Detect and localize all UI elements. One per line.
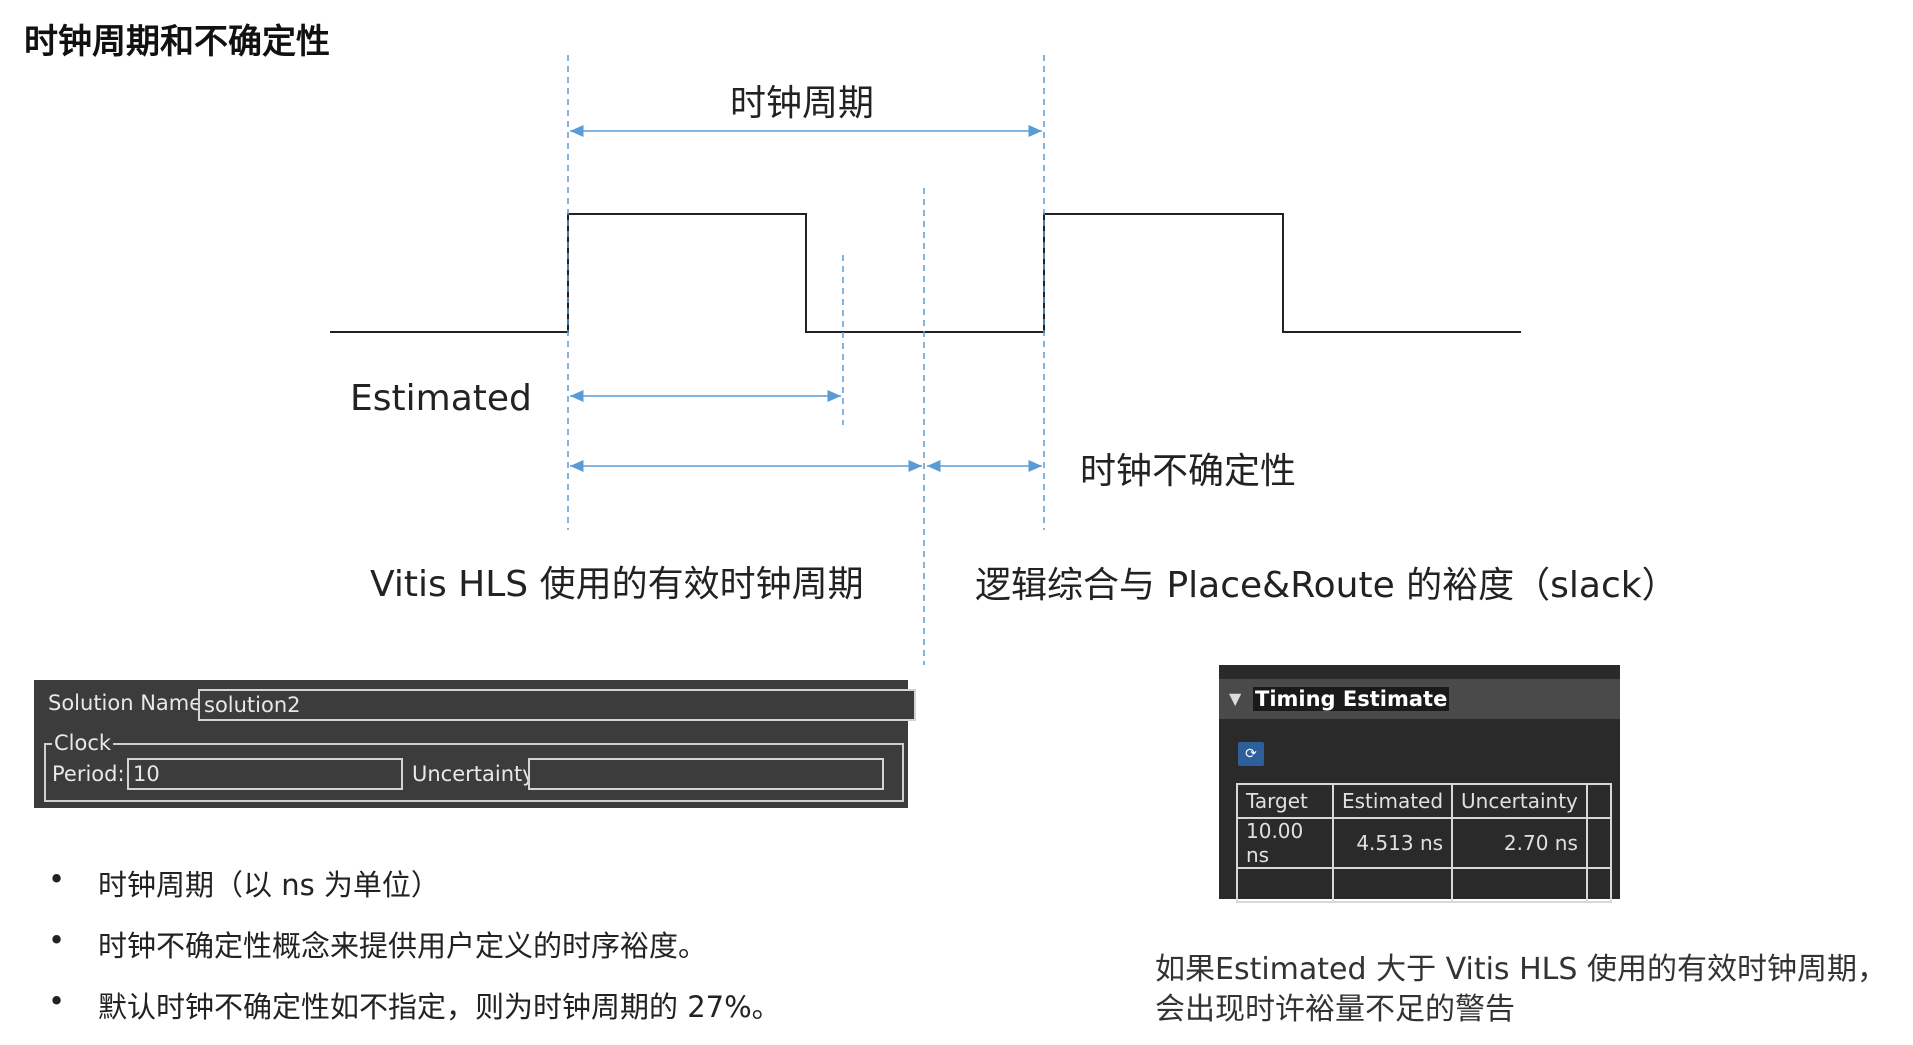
warning-note-line2: 会出现时许裕量不足的警告: [1155, 992, 1515, 1027]
clock-group-label: Clock: [52, 731, 114, 755]
uncertainty-label: Uncertainty:: [412, 762, 541, 786]
header-spacer: [1585, 783, 1612, 819]
header-target: Target: [1236, 783, 1334, 819]
timing-estimate-panel: ▼ Timing Estimate ⟳ Target Estimated Unc…: [1219, 665, 1620, 903]
header-uncertainty: Uncertainty: [1451, 783, 1588, 819]
period-field[interactable]: [127, 758, 403, 790]
timing-estimate-title: Timing Estimate: [1253, 687, 1450, 711]
list-item: • 时钟周期（以 ns 为单位）: [48, 862, 440, 902]
cell-target: 10.00 ns: [1236, 817, 1334, 869]
table-row-empty: [1236, 867, 1612, 903]
clock-waveform: [330, 213, 1521, 333]
bullet-text: 时钟周期（以 ns 为单位）: [98, 868, 440, 902]
list-item: • 默认时钟不确定性如不指定，则为时钟周期的 27%。: [48, 984, 781, 1024]
table-header-row: Target Estimated Uncertainty: [1236, 783, 1612, 819]
estimated-label: Estimated: [350, 378, 532, 419]
timing-table: Target Estimated Uncertainty 10.00 ns 4.…: [1236, 783, 1612, 903]
list-item: • 时钟不确定性概念来提供用户定义的时序裕度。: [48, 923, 708, 963]
effective-period-label: Vitis HLS 使用的有效时钟周期: [370, 564, 864, 605]
bullet-list: • 时钟周期（以 ns 为单位） • 时钟不确定性概念来提供用户定义的时序裕度。 •…: [48, 862, 781, 1045]
bullet-text: 时钟不确定性概念来提供用户定义的时序裕度。: [98, 929, 708, 963]
solution-settings-panel: Solution Name: Clock Period: Uncertainty…: [34, 680, 916, 808]
bullet-text: 默认时钟不确定性如不指定，则为时钟周期的 27%。: [98, 990, 781, 1024]
triangle-down-icon[interactable]: ▼: [1229, 689, 1241, 708]
period-label: Period:: [52, 762, 125, 786]
clock-uncertainty-label: 时钟不确定性: [1080, 451, 1297, 492]
solution-name-label: Solution Name:: [48, 691, 210, 715]
timing-estimate-header[interactable]: ▼ Timing Estimate: [1219, 679, 1620, 719]
cell-spacer: [1585, 817, 1612, 869]
warning-note: 如果Estimated 大于 Vitis HLS 使用的有效时钟周期， 会出现时…: [1155, 950, 1887, 1030]
warning-note-line1: 如果Estimated 大于 Vitis HLS 使用的有效时钟周期，: [1155, 952, 1887, 987]
uncertainty-field[interactable]: [528, 758, 884, 790]
cell-estimated: 4.513 ns: [1331, 817, 1454, 869]
table-row: 10.00 ns 4.513 ns 2.70 ns: [1236, 817, 1612, 869]
cell-uncertainty: 2.70 ns: [1451, 817, 1588, 869]
slack-label: 逻辑综合与 Place&Route 的裕度（slack）: [975, 565, 1678, 606]
header-estimated: Estimated: [1331, 783, 1454, 819]
solution-name-field[interactable]: [198, 689, 916, 721]
refresh-icon[interactable]: ⟳: [1238, 742, 1264, 766]
clock-period-label: 时钟周期: [730, 83, 875, 124]
